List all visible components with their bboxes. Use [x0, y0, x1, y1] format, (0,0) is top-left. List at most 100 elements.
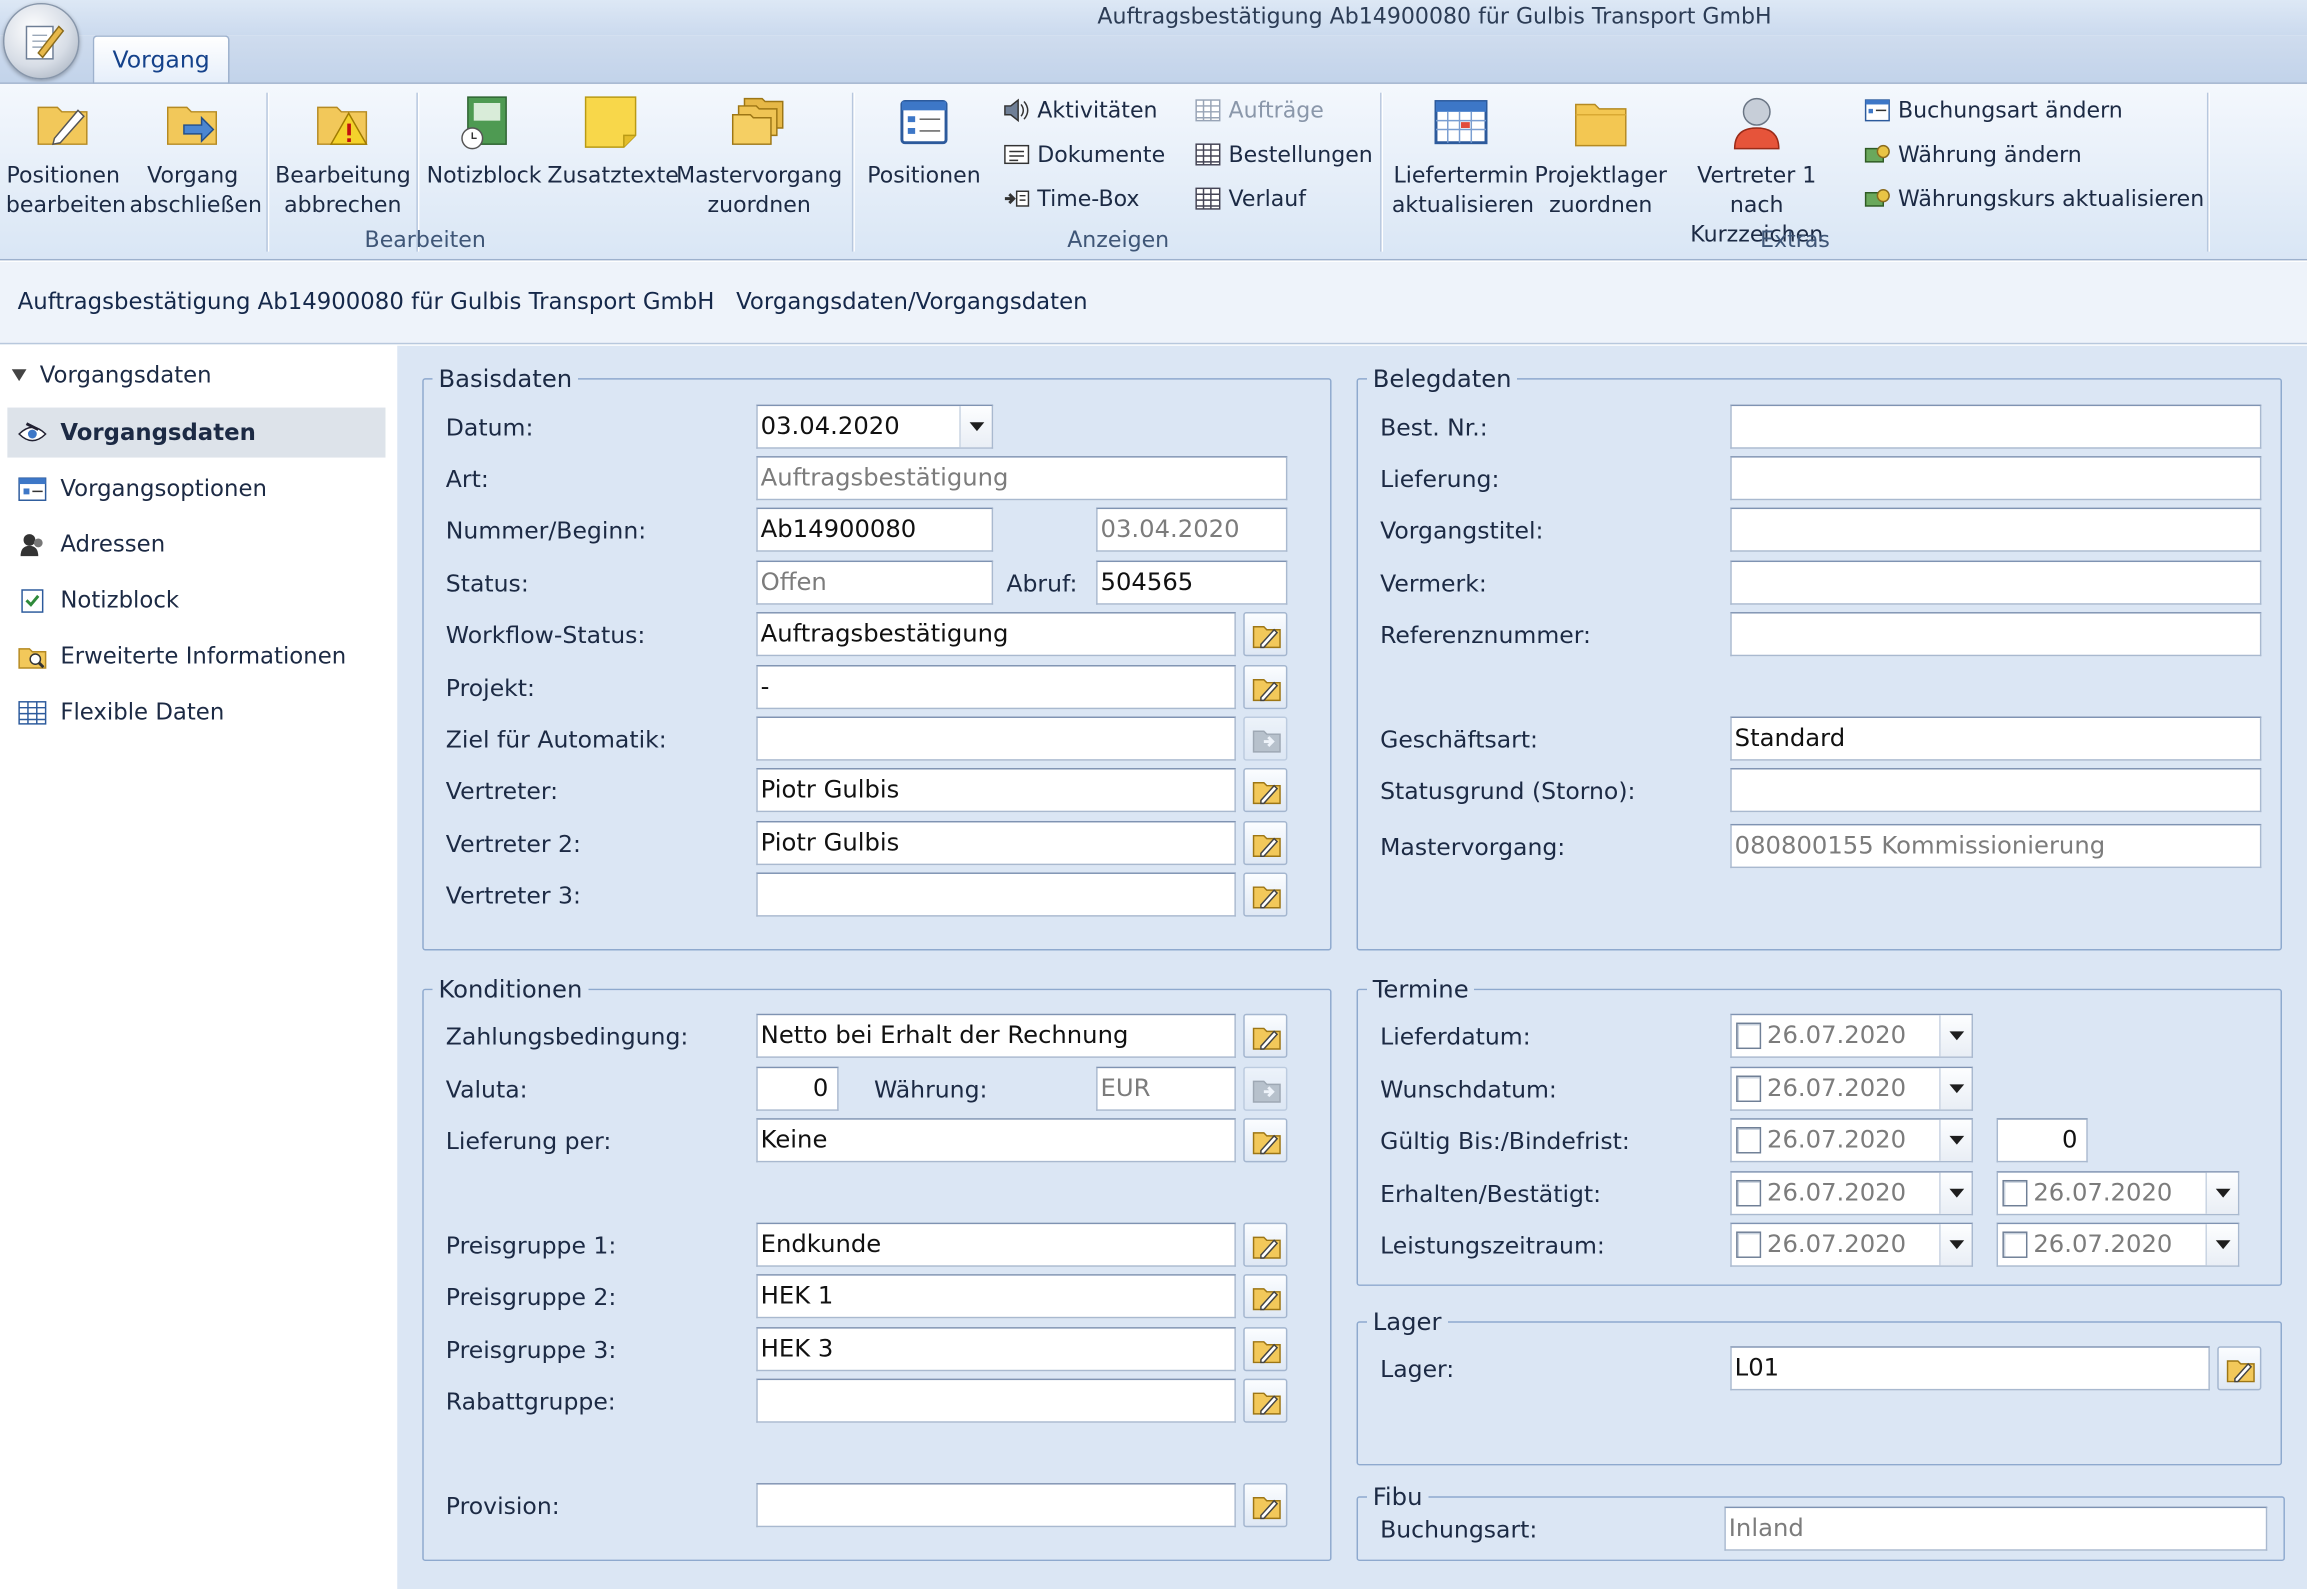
application-menu-button[interactable]	[2, 2, 80, 80]
vorgang-abschliessen-button[interactable]: Vorgang abschließen	[129, 93, 262, 220]
vertreter3-picker-button[interactable]	[1243, 872, 1288, 917]
liefertermin-aktualisieren-button[interactable]: Liefertermin aktualisieren	[1392, 93, 1534, 220]
aktivitaeten-button[interactable]: Aktivitäten	[1003, 94, 1158, 126]
erhalten-picker[interactable]: 26.07.2020	[1730, 1171, 1974, 1216]
sidebar-group-header[interactable]: Vorgangsdaten	[11, 362, 212, 388]
waehrung-aendern-button[interactable]: Währung ändern	[1864, 138, 2082, 170]
chevron-down-icon[interactable]	[1939, 1068, 1972, 1110]
timebox-button[interactable]: Time-Box	[1003, 182, 1139, 214]
bearbeitung-abbrechen-button[interactable]: Bearbeitung abbrechen	[275, 93, 411, 220]
lager-picker-button[interactable]	[2217, 1346, 2262, 1391]
projektlager-zuordnen-button[interactable]: Projektlager zuordnen	[1533, 93, 1668, 220]
rabattgruppe-field[interactable]	[756, 1378, 1236, 1423]
bindefrist-field[interactable]: 0	[1996, 1118, 2088, 1163]
vertreter1-kurzzeichen-button[interactable]: Vertreter 1 nach Kurzzeichen	[1668, 93, 1845, 249]
waehrung-picker-button[interactable]	[1243, 1066, 1288, 1111]
rabattgruppe-picker-button[interactable]	[1243, 1378, 1288, 1423]
list-window-icon	[895, 93, 954, 152]
lieferung-per-field[interactable]: Keine	[756, 1118, 1236, 1163]
positionen-anzeigen-button[interactable]: Positionen	[862, 93, 986, 190]
bestaetigt-checkbox[interactable]	[2002, 1179, 2028, 1207]
chevron-down-icon[interactable]	[1939, 1224, 1972, 1266]
lieferung-field[interactable]	[1730, 456, 2262, 501]
provision-picker-button[interactable]	[1243, 1483, 1288, 1528]
preisgruppe1-field[interactable]: Endkunde	[756, 1222, 1236, 1267]
nummer-field[interactable]: Ab14900080	[756, 507, 994, 552]
statusgrund-field[interactable]	[1730, 768, 2262, 813]
grid-icon	[1195, 187, 1221, 210]
dokumente-button[interactable]: Dokumente	[1003, 138, 1165, 170]
vertreter2-field[interactable]: Piotr Gulbis	[756, 820, 1236, 866]
abruf-field[interactable]: 504565	[1096, 560, 1288, 605]
buchungsart-aendern-button[interactable]: Buchungsart ändern	[1864, 94, 2123, 126]
best-nr-field[interactable]	[1730, 404, 2262, 449]
chevron-down-icon[interactable]	[1939, 1015, 1972, 1057]
lieferung-per-picker-button[interactable]	[1243, 1118, 1288, 1163]
datum-picker[interactable]: 03.04.2020	[756, 404, 994, 449]
vertreter2-picker-button[interactable]	[1243, 820, 1288, 866]
erhalten-checkbox[interactable]	[1736, 1179, 1762, 1207]
zahlungsbedingung-label: Zahlungsbedingung:	[445, 1022, 689, 1051]
folder-arrow-icon	[1252, 1080, 1281, 1103]
zahlungsbedingung-picker-button[interactable]	[1243, 1013, 1288, 1058]
referenznummer-field[interactable]	[1730, 612, 2262, 657]
leistungszeitraum-bis-picker[interactable]: 26.07.2020	[1996, 1222, 2240, 1267]
provision-field[interactable]	[756, 1483, 1236, 1528]
preisgruppe2-field[interactable]: HEK 1	[756, 1274, 1236, 1319]
geschaeftsart-field[interactable]: Standard	[1730, 716, 2262, 761]
bestaetigt-picker[interactable]: 26.07.2020	[1996, 1171, 2240, 1216]
ziel-automatik-label: Ziel für Automatik:	[445, 725, 667, 754]
wunschdatum-picker[interactable]: 26.07.2020	[1730, 1066, 1974, 1111]
chevron-down-icon[interactable]	[2205, 1172, 2238, 1214]
vertreter3-field[interactable]	[756, 872, 1236, 917]
sidebar-item-notizblock[interactable]: Notizblock	[7, 575, 385, 625]
zusatztexte-button[interactable]: Zusatztexte	[547, 93, 679, 190]
preisgruppe3-picker-button[interactable]	[1243, 1327, 1288, 1372]
projekt-picker-button[interactable]	[1243, 665, 1288, 710]
chevron-down-icon[interactable]	[2205, 1224, 2238, 1266]
preisgruppe2-picker-button[interactable]	[1243, 1274, 1288, 1319]
sidebar-item-vorgangsdaten[interactable]: Vorgangsdaten	[7, 407, 386, 458]
vorgangstitel-field[interactable]	[1730, 507, 2262, 552]
gueltig-bis-checkbox[interactable]	[1736, 1127, 1762, 1154]
sidebar-item-adressen[interactable]: Adressen	[7, 519, 385, 569]
ziel-automatik-picker-button[interactable]	[1243, 716, 1288, 761]
preisgruppe1-picker-button[interactable]	[1243, 1222, 1288, 1267]
sidebar-item-erweiterte-informationen[interactable]: Erweiterte Informationen	[7, 631, 385, 681]
workflow-status-picker-button[interactable]	[1243, 612, 1288, 657]
leistung-von-checkbox[interactable]	[1736, 1231, 1762, 1258]
statusgrund-label: Statusgrund (Storno):	[1380, 776, 1636, 805]
preisgruppe3-field[interactable]: HEK 3	[756, 1327, 1236, 1372]
vermerk-field[interactable]	[1730, 560, 2262, 605]
wunschdatum-checkbox[interactable]	[1736, 1075, 1762, 1103]
notizblock-button[interactable]: Notizblock	[422, 93, 546, 190]
sidebar-item-vorgangsoptionen[interactable]: Vorgangsoptionen	[7, 463, 385, 513]
lager-field[interactable]: L01	[1730, 1346, 2210, 1391]
chevron-down-icon[interactable]	[1939, 1119, 1972, 1161]
vertreter-picker-button[interactable]	[1243, 768, 1288, 813]
zahlungsbedingung-field[interactable]: Netto bei Erhalt der Rechnung	[756, 1013, 1236, 1058]
lieferdatum-checkbox[interactable]	[1736, 1022, 1762, 1050]
mastervorgang-zuordnen-button[interactable]: Mastervorgang zuordnen	[675, 93, 843, 220]
sidebar-item-flexible-daten[interactable]: Flexible Daten	[7, 687, 385, 737]
workflow-status-field[interactable]: Auftragsbestätigung	[756, 612, 1236, 657]
sidebar-item-label: Adressen	[60, 531, 166, 558]
document-window-icon	[1004, 144, 1030, 165]
gueltig-bis-picker[interactable]: 26.07.2020	[1730, 1118, 1974, 1163]
tab-vorgang[interactable]: Vorgang	[92, 35, 230, 84]
projekt-field[interactable]: -	[756, 665, 1236, 710]
positionen-bearbeiten-button[interactable]: Positionen bearbeiten	[6, 93, 126, 220]
vertreter-field[interactable]: Piotr Gulbis	[756, 768, 1236, 813]
waehrungskurs-aktualisieren-button[interactable]: Währungskurs aktualisieren	[1864, 182, 2204, 214]
lieferdatum-picker[interactable]: 26.07.2020	[1730, 1013, 1974, 1058]
leistung-bis-checkbox[interactable]	[2002, 1231, 2028, 1258]
auftraege-button[interactable]: Aufträge	[1195, 94, 1324, 126]
chevron-down-icon[interactable]	[959, 406, 992, 448]
leistungszeitraum-von-picker[interactable]: 26.07.2020	[1730, 1222, 1974, 1267]
bestellungen-button[interactable]: Bestellungen	[1195, 138, 1373, 170]
valuta-field[interactable]: 0	[756, 1066, 839, 1111]
leistungszeitraum-label: Leistungszeitraum:	[1380, 1231, 1605, 1260]
ziel-automatik-field[interactable]	[756, 716, 1236, 761]
verlauf-button[interactable]: Verlauf	[1195, 182, 1306, 214]
chevron-down-icon[interactable]	[1939, 1172, 1972, 1214]
